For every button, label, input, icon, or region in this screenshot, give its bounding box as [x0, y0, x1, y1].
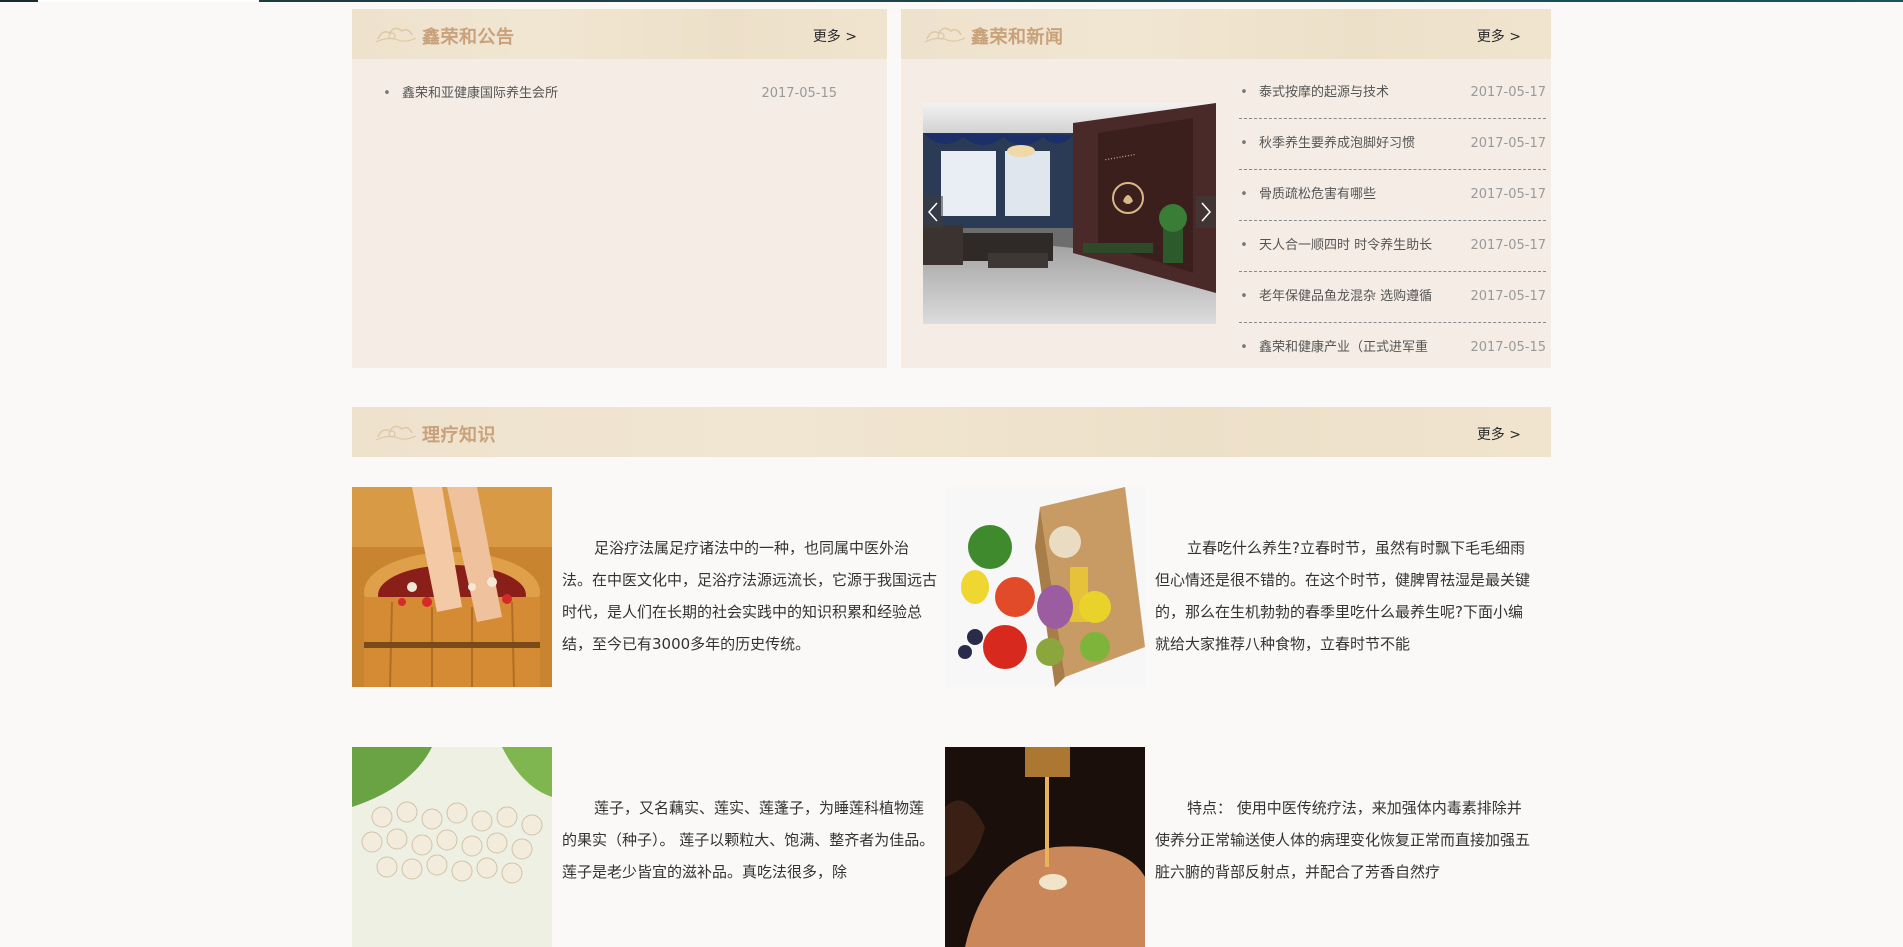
cloud-ornament-icon: [375, 425, 417, 441]
news-more-link[interactable]: 更多 >: [1477, 26, 1521, 46]
bullet-icon: •: [1240, 289, 1248, 304]
knowledge-header: 理疗知识 更多 >: [352, 407, 1551, 457]
announcement-title[interactable]: 鑫荣和亚健康国际养生会所: [402, 68, 558, 119]
chevron-left-icon: [927, 202, 938, 222]
article-thumbnail[interactable]: [352, 747, 552, 947]
article-thumbnail[interactable]: [352, 487, 552, 687]
knowledge-more-link[interactable]: 更多 >: [1477, 424, 1521, 444]
news-item-date: 2017-05-17: [1470, 85, 1546, 100]
news-item-date: 2017-05-17: [1470, 238, 1546, 253]
news-item-title[interactable]: 鑫荣和健康产业（正式进军重: [1259, 323, 1444, 373]
news-list: • 泰式按摩的起源与技术 2017-05-17 • 秋季养生要养成泡脚好习惯 2…: [1239, 68, 1546, 373]
announcements-header: 鑫荣和公告 更多 >: [352, 9, 887, 59]
list-item[interactable]: • 鑫荣和健康产业（正式进军重 2017-05-15: [1239, 323, 1546, 373]
knowledge-title: 理疗知识: [422, 425, 496, 446]
article-excerpt[interactable]: 足浴疗法属足疗诸法中的一种，也同属中医外治法。在中医文化中，足浴疗法源远流长，它…: [562, 532, 937, 662]
list-item[interactable]: • 泰式按摩的起源与技术 2017-05-17: [1239, 68, 1546, 119]
bullet-icon: •: [1240, 340, 1248, 355]
announcements-title: 鑫荣和公告: [422, 27, 515, 48]
bullet-icon: •: [1240, 85, 1248, 100]
slideshow-next-button[interactable]: [1196, 196, 1216, 228]
news-item-title[interactable]: 泰式按摩的起源与技术: [1259, 68, 1444, 118]
announcements-panel: 鑫荣和公告 更多 > • 鑫荣和亚健康国际养生会所 2017-05-15: [352, 9, 887, 368]
news-item-date: 2017-05-15: [1470, 340, 1546, 355]
bullet-icon: •: [1240, 187, 1248, 202]
knowledge-article[interactable]: 莲子，又名藕实、莲实、莲蓬子，为睡莲科植物莲的果实（种子）。 莲子以颗粒大、饱满…: [352, 747, 947, 947]
chevron-right-icon: [1201, 202, 1212, 222]
article-excerpt[interactable]: 特点： 使用中医传统疗法，来加强体内毒素排除并使养分正常输送使人体的病理变化恢复…: [1155, 792, 1530, 922]
list-item[interactable]: • 骨质疏松危害有哪些 2017-05-17: [1239, 170, 1546, 221]
news-item-date: 2017-05-17: [1470, 136, 1546, 151]
list-item[interactable]: • 天人合一顺四时 时令养生助长 2017-05-17: [1239, 221, 1546, 272]
cloud-ornament-icon: [375, 27, 417, 43]
bullet-icon: •: [1240, 136, 1248, 151]
news-item-date: 2017-05-17: [1470, 289, 1546, 304]
news-item-title[interactable]: 骨质疏松危害有哪些: [1259, 170, 1444, 220]
knowledge-section: 理疗知识 更多 >: [352, 407, 1551, 457]
news-title: 鑫荣和新闻: [971, 27, 1064, 48]
announcements-more-link[interactable]: 更多 >: [813, 26, 857, 46]
knowledge-article[interactable]: 足浴疗法属足疗诸法中的一种，也同属中医外治法。在中医文化中，足浴疗法源远流长，它…: [352, 487, 947, 687]
news-item-title[interactable]: 天人合一顺四时 时令养生助长: [1259, 221, 1444, 271]
news-item-date: 2017-05-17: [1470, 187, 1546, 202]
list-item[interactable]: • 老年保健品鱼龙混杂 选购遵循 2017-05-17: [1239, 272, 1546, 323]
news-slideshow-image[interactable]: ···········: [923, 103, 1216, 324]
article-thumbnail[interactable]: [945, 747, 1145, 947]
slideshow-prev-button[interactable]: [923, 196, 943, 228]
list-item[interactable]: • 鑫荣和亚健康国际养生会所 2017-05-15: [382, 68, 837, 119]
list-item[interactable]: • 秋季养生要养成泡脚好习惯 2017-05-17: [1239, 119, 1546, 170]
announcements-list: • 鑫荣和亚健康国际养生会所 2017-05-15: [382, 68, 837, 119]
news-item-title[interactable]: 秋季养生要养成泡脚好习惯: [1259, 119, 1444, 169]
announcement-date: 2017-05-15: [761, 86, 837, 101]
news-item-title[interactable]: 老年保健品鱼龙混杂 选购遵循: [1259, 272, 1444, 322]
knowledge-article[interactable]: 特点： 使用中医传统疗法，来加强体内毒素排除并使养分正常输送使人体的病理变化恢复…: [945, 747, 1540, 947]
article-excerpt[interactable]: 立春吃什么养生?立春时节，虽然有时飘下毛毛细雨但心情还是很不错的。在这个时节，健…: [1155, 532, 1530, 662]
top-bar: [0, 0, 1903, 2]
cloud-ornament-icon: [924, 27, 966, 43]
news-header: 鑫荣和新闻 更多 >: [901, 9, 1551, 59]
article-excerpt[interactable]: 莲子，又名藕实、莲实、莲蓬子，为睡莲科植物莲的果实（种子）。 莲子以颗粒大、饱满…: [562, 792, 937, 922]
knowledge-article[interactable]: 立春吃什么养生?立春时节，虽然有时飘下毛毛细雨但心情还是很不错的。在这个时节，健…: [945, 487, 1540, 687]
news-panel: 鑫荣和新闻 更多 > ··········· • 泰式按摩的起源与技术 2017…: [901, 9, 1551, 368]
bullet-icon: •: [1240, 238, 1248, 253]
article-thumbnail[interactable]: [945, 487, 1145, 687]
bullet-icon: •: [383, 86, 391, 101]
